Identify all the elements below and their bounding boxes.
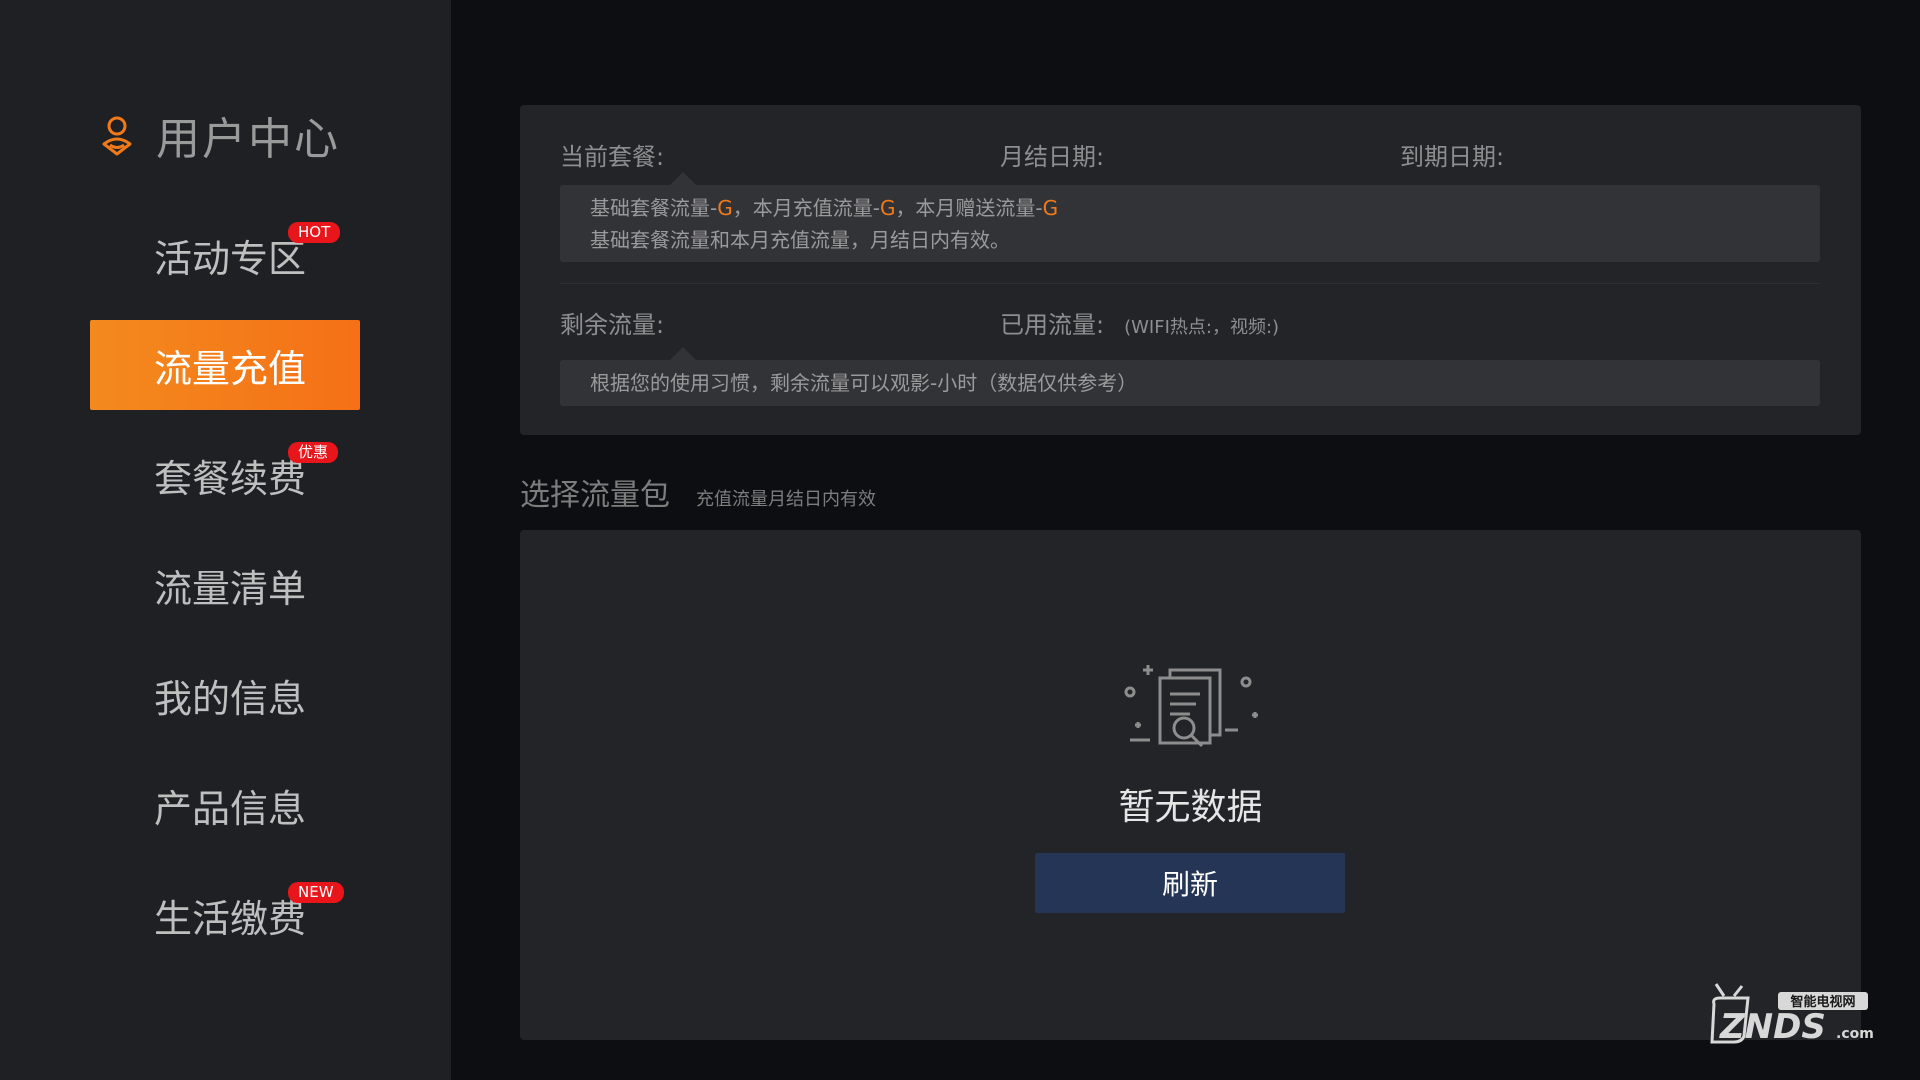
expire-date-label: 到期日期: [1400,143,1505,171]
plan-detail-box: 基础套餐流量-G，本月充值流量-G，本月赠送流量-G 基础套餐流量和本月充值流量… [560,185,1820,262]
sidebar-item-life-payment[interactable]: 生活缴费 NEW [90,870,360,960]
plan-base-unit: G [717,196,733,220]
sidebar: 用户中心 活动专区 HOT 流量充值 套餐续费 优惠 流量清单 我的信息 产品信… [0,0,451,1080]
sidebar-item-label: 产品信息 [154,786,307,831]
znds-watermark-logo: 智能电视网 ZNDS .com [1710,983,1874,1047]
empty-state-text: 暂无数据 [1118,787,1263,828]
sidebar-item-label: 流量清单 [154,566,307,611]
sidebar-item-plan-renewal[interactable]: 套餐续费 优惠 [90,430,360,520]
usage-estimate-box: 根据您的使用习惯，剩余流量可以观影-小时（数据仅供参考） [560,360,1820,406]
sidebar-brand: 用户中心 [98,110,340,165]
sidebar-item-label: 套餐续费 [154,456,307,501]
empty-document-icon [1124,665,1258,748]
plan-validity-line: 基础套餐流量和本月充值流量，月结日内有效。 [590,228,1010,252]
package-section-header: 选择流量包 充值流量月结日内有效 [520,470,876,514]
watermark-suffix: .com [1836,1026,1874,1042]
watermark-brand: ZNDS [1719,1007,1826,1047]
plan-recharge-unit: G [879,196,896,220]
sidebar-item-label: 我的信息 [154,676,307,721]
sidebar-item-product-info[interactable]: 产品信息 [90,760,360,850]
plan-recharge-text: ，本月充值流量- [732,196,880,220]
sidebar-item-my-info[interactable]: 我的信息 [90,650,360,740]
data-summary-panel: 当前套餐: 月结日期: 到期日期: 基础套餐流量-G，本月充值流量-G，本月赠送… [520,105,1861,435]
plan-detail-line: 基础套餐流量-G，本月充值流量-G，本月赠送流量-G [590,192,1820,224]
remaining-label: 剩余流量: [560,311,665,339]
sidebar-item-label: 流量充值 [154,346,307,391]
refresh-button[interactable]: 刷新 [1035,853,1345,913]
package-section-subtitle: 充值流量月结日内有效 [696,489,876,510]
discount-badge: 优惠 [288,442,339,463]
sidebar-item-data-list[interactable]: 流量清单 [90,540,360,630]
current-plan-label: 当前套餐: [560,143,665,171]
used-label-text: 已用流量: [1000,311,1105,339]
sidebar-item-activity[interactable]: 活动专区 HOT [90,210,360,300]
sidebar-title: 用户中心 [156,114,340,165]
package-section-title: 选择流量包 [520,478,670,513]
plan-gift-unit: G [1042,196,1059,220]
plan-gift-text: ，本月赠送流量- [895,196,1043,220]
used-label: 已用流量: (WIFI热点:，视频:) [1000,305,1279,340]
package-list-panel: 暂无数据 刷新 [520,530,1861,1040]
user-icon [102,116,132,156]
divider [560,283,1820,284]
plan-base-text: 基础套餐流量- [590,196,718,220]
hot-badge: HOT [288,222,341,243]
sidebar-item-data-recharge[interactable]: 流量充值 [90,320,360,410]
settle-date-label: 月结日期: [1000,143,1105,171]
sidebar-item-label: 活动专区 [154,236,307,281]
tooltip-pointer [670,172,696,185]
tooltip-pointer [670,347,696,360]
used-note: (WIFI热点:，视频:) [1124,317,1280,338]
new-badge: NEW [288,882,344,903]
sidebar-item-label: 生活缴费 [154,896,307,941]
